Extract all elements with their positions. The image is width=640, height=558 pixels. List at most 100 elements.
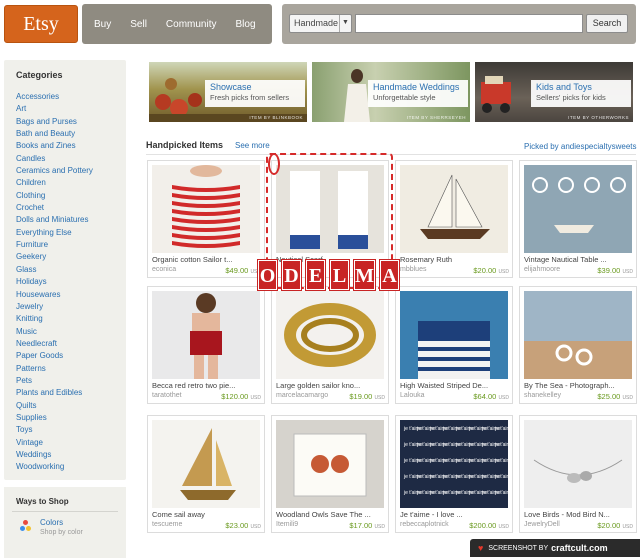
category-link[interactable]: Housewares [16,289,93,301]
item-card[interactable]: Becca red retro two pie... taratothet $120… [147,286,265,404]
category-link[interactable]: Everything Else [16,227,93,239]
item-shop[interactable]: rebeccaplotnick [400,521,449,528]
item-title[interactable]: Vintage Nautical Table ... [524,255,634,264]
category-link[interactable]: Children [16,177,93,189]
overlay-letter: A [379,260,399,290]
price-currency: USD [498,269,509,275]
category-link[interactable]: Accessories [16,91,93,103]
picked-by-link[interactable]: Picked by andiespecialtysweets [524,142,637,151]
category-link[interactable]: Plants and Edibles [16,387,93,399]
item-shop[interactable]: shanekelley [524,392,561,399]
item-card[interactable]: High Waisted Striped De... Lalouka $64.00 … [395,286,513,404]
item-card[interactable]: By The Sea - Photograph... shanekelley $25… [519,286,637,404]
item-title[interactable]: High Waisted Striped De... [400,381,510,390]
item-title[interactable]: By The Sea - Photograph... [524,381,634,390]
item-shop[interactable]: Itemili9 [276,521,298,528]
category-link[interactable]: Geekery [16,251,93,263]
item-title[interactable]: Large golden sailor kno... [276,381,386,390]
badge-brand: craftcult.com [551,543,608,553]
item-image[interactable] [524,420,632,508]
nav-buy[interactable]: Buy [94,19,111,30]
banner-subtitle: Sellers' picks for kids [536,93,606,102]
etsy-logo[interactable]: Etsy [4,5,78,43]
banner-kids-toys[interactable]: Kids and Toys Sellers' picks for kids IT… [475,62,633,122]
category-link[interactable]: Clothing [16,190,93,202]
category-link[interactable]: Toys [16,424,93,436]
screenshot-badge: ♥ SCREENSHOT BY craftcult.com [470,539,640,557]
colors-sub-label: Shop by color [40,529,83,536]
item-title[interactable]: Rosemary Ruth [400,255,510,264]
price-value: $20.00 [597,521,621,530]
category-link[interactable]: Bath and Beauty [16,128,93,140]
item-card[interactable]: Come sail away tescueme $23.00 USD [147,415,265,533]
category-link[interactable]: Ceramics and Pottery [16,165,93,177]
category-link[interactable]: Woodworking [16,461,93,473]
category-link[interactable]: Furniture [16,239,93,251]
category-link[interactable]: Art [16,103,93,115]
item-title[interactable]: Organic cotton Sailor t... [152,255,262,264]
category-link[interactable]: Patterns [16,363,93,375]
category-link[interactable]: Crochet [16,202,93,214]
category-link[interactable]: Needlecraft [16,338,93,350]
item-price: $23.00 USD [225,521,261,530]
item-card[interactable]: Vintage Nautical Table ... elijahmoore $39… [519,160,637,278]
item-title[interactable]: Becca red retro two pie... [152,381,262,390]
item-shop[interactable]: tescueme [152,521,182,528]
search-button[interactable]: Search [586,14,628,33]
banner-weddings[interactable]: Handmade Weddings Unforgettable style IT… [312,62,470,122]
item-image[interactable] [152,165,260,253]
item-shop[interactable]: marcelacamargo [276,392,328,399]
item-card[interactable]: Organic cotton Sailor t... econica $49.00 … [147,160,265,278]
category-link[interactable]: Candles [16,153,93,165]
item-shop[interactable]: Lalouka [400,392,425,399]
category-link[interactable]: Music [16,326,93,338]
svg-text:je t'aime: je t'aime [494,442,508,448]
item-image[interactable] [524,165,632,253]
item-title[interactable]: Je t'aime - I love ... [400,510,510,519]
item-card[interactable]: je t'aime je t'aime je t'aime je t'aime je t… [395,415,513,533]
nav-blog[interactable]: Blog [236,19,256,30]
badge-prefix: SCREENSHOT BY [488,544,549,552]
item-card[interactable]: Woodland Owls Save The ... Itemili9 $17.00… [271,415,389,533]
item-image[interactable] [152,291,260,379]
item-shop[interactable]: econica [152,266,176,273]
item-image[interactable] [276,420,384,508]
nav-community[interactable]: Community [166,19,217,30]
item-title[interactable]: Love Birds - Mod Bird N... [524,510,634,519]
item-image[interactable] [400,165,508,253]
hanger-ring [268,153,280,175]
item-card[interactable]: Love Birds - Mod Bird N... JewelryDell $20… [519,415,637,533]
category-link[interactable]: Supplies [16,412,93,424]
category-link[interactable]: Knitting [16,313,93,325]
colors-link[interactable]: Colors [40,518,63,527]
category-link[interactable]: Glass [16,264,93,276]
item-title[interactable]: Woodland Owls Save The ... [276,510,386,519]
category-link[interactable]: Paper Goods [16,350,93,362]
search-scope-select[interactable]: Handmade ▼ [289,14,352,33]
item-image[interactable] [152,420,260,508]
item-image[interactable] [400,291,508,379]
item-shop[interactable]: JewelryDell [524,521,560,528]
item-image[interactable]: je t'aime je t'aime je t'aime je t'aime je t… [400,420,508,508]
item-title[interactable]: Come sail away [152,510,262,519]
see-more-link[interactable]: See more [235,141,270,150]
item-image[interactable] [276,291,384,379]
banner-showcase[interactable]: Showcase Fresh picks from sellers ITEM B… [149,62,307,122]
item-card[interactable]: Large golden sailor kno... marcelacamargo… [271,286,389,404]
category-link[interactable]: Bags and Purses [16,116,93,128]
search-input[interactable] [355,14,583,33]
category-link[interactable]: Dolls and Miniatures [16,214,93,226]
nav-sell[interactable]: Sell [130,19,147,30]
category-link[interactable]: Books and Zines [16,140,93,152]
item-price: $49.00 USD [225,266,261,275]
category-link[interactable]: Vintage [16,437,93,449]
item-card[interactable]: Rosemary Ruth mbblues $20.00 USD [395,160,513,278]
category-link[interactable]: Quilts [16,400,93,412]
category-link[interactable]: Weddings [16,449,93,461]
item-image[interactable] [524,291,632,379]
item-shop[interactable]: elijahmoore [524,266,560,273]
category-link[interactable]: Holidays [16,276,93,288]
category-link[interactable]: Pets [16,375,93,387]
category-link[interactable]: Jewelry [16,301,93,313]
item-shop[interactable]: taratothet [152,392,182,399]
